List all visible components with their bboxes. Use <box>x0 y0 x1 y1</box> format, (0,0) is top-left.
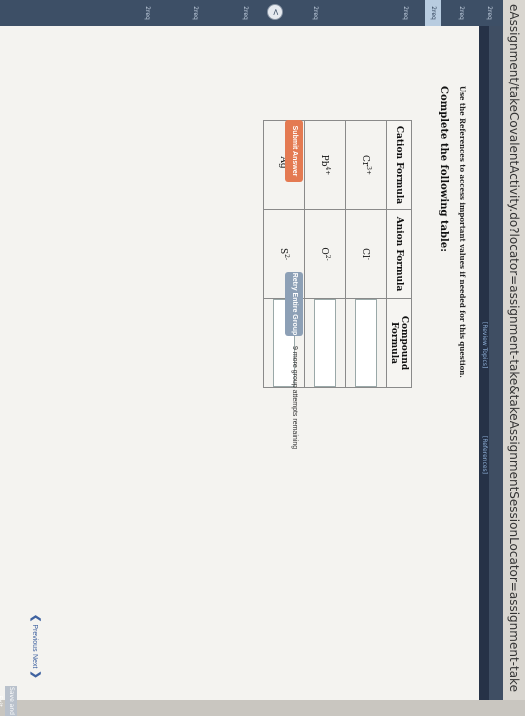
table-row: Pb4+ O2- <box>304 120 346 388</box>
compound-cell <box>345 298 387 388</box>
table-header-row: Cation Formula Anion Formula Compound Fo… <box>386 120 412 388</box>
sidebar-item[interactable]: 2req <box>187 0 203 26</box>
next-label: Next <box>31 654 38 669</box>
sidebar-item[interactable]: 2req <box>481 0 497 26</box>
anion-symbol: Cl <box>360 248 370 258</box>
anion-symbol: O <box>319 247 329 255</box>
collapse-sidebar-button[interactable]: < <box>267 4 283 20</box>
column-header-cation: Cation Formula <box>386 120 412 210</box>
previous-label: Previous <box>31 624 38 652</box>
sidebar-item[interactable]: 2req <box>139 0 155 26</box>
compound-formula-input[interactable] <box>355 299 377 387</box>
sidebar-item[interactable]: 2req <box>307 0 323 26</box>
anion-cell: O2- <box>304 209 346 299</box>
anion-charge: - <box>365 257 372 260</box>
cation-cell: Cr3+ <box>345 120 387 210</box>
references-note: Use the References to access important v… <box>458 86 467 378</box>
attempts-remaining: 9 more group attempts remaining <box>291 346 298 450</box>
question-prompt: Complete the following table: <box>438 86 449 252</box>
cation-charge: 3+ <box>365 166 372 176</box>
chevron-right-icon: ❯ <box>30 670 41 679</box>
cation-cell: Pb4+ <box>304 120 346 210</box>
cation-symbol: Cr <box>360 154 370 167</box>
anion-cell: Cl- <box>345 209 387 299</box>
question-sidebar: 2req 2req 2req 2req 2req < 2req 2req 2re… <box>0 0 503 26</box>
column-header-compound: Compound Formula <box>386 298 412 388</box>
compound-formula-input[interactable] <box>314 299 336 387</box>
sidebar-item[interactable]: 2req <box>453 0 469 26</box>
column-header-anion: Anion Formula <box>386 209 412 299</box>
compound-cell <box>304 298 346 388</box>
cation-charge: 4+ <box>324 166 331 176</box>
question-toolbar: [Review Topics] [References] <box>479 26 489 700</box>
sidebar-item[interactable]: 2req <box>397 0 413 26</box>
sidebar-item[interactable]: 2req <box>237 0 253 26</box>
table-row: Cr3+ Cl- <box>345 120 387 388</box>
address-bar[interactable]: eAssignment/takeCovalentActivity.do?loca… <box>502 0 525 700</box>
retry-group-button[interactable]: Retry Entire Group <box>285 272 303 336</box>
chevron-left-icon: ❮ <box>30 614 41 623</box>
cation-symbol: Pb <box>319 154 329 167</box>
submit-answer-button[interactable]: Submit Answer <box>285 120 303 182</box>
assignment-header <box>489 26 503 700</box>
anion-charge: 2- <box>324 254 331 261</box>
question-panel: Use the References to access important v… <box>0 26 479 716</box>
next-link[interactable]: Next ❯ <box>30 654 41 679</box>
browser-viewport: eAssignment/takeCovalentActivity.do?loca… <box>0 0 525 716</box>
references-link[interactable]: [References] <box>479 436 489 474</box>
review-topics-link[interactable]: [Review Topics] <box>479 322 489 368</box>
sidebar-item-active[interactable]: 2req <box>425 0 441 26</box>
anion-charge: 2- <box>283 254 290 261</box>
previous-link[interactable]: ❮ Previous <box>30 614 41 652</box>
save-and-exit-button[interactable]: Save and Exit <box>0 686 17 716</box>
address-bar-url: eAssignment/takeCovalentActivity.do?loca… <box>507 4 521 692</box>
